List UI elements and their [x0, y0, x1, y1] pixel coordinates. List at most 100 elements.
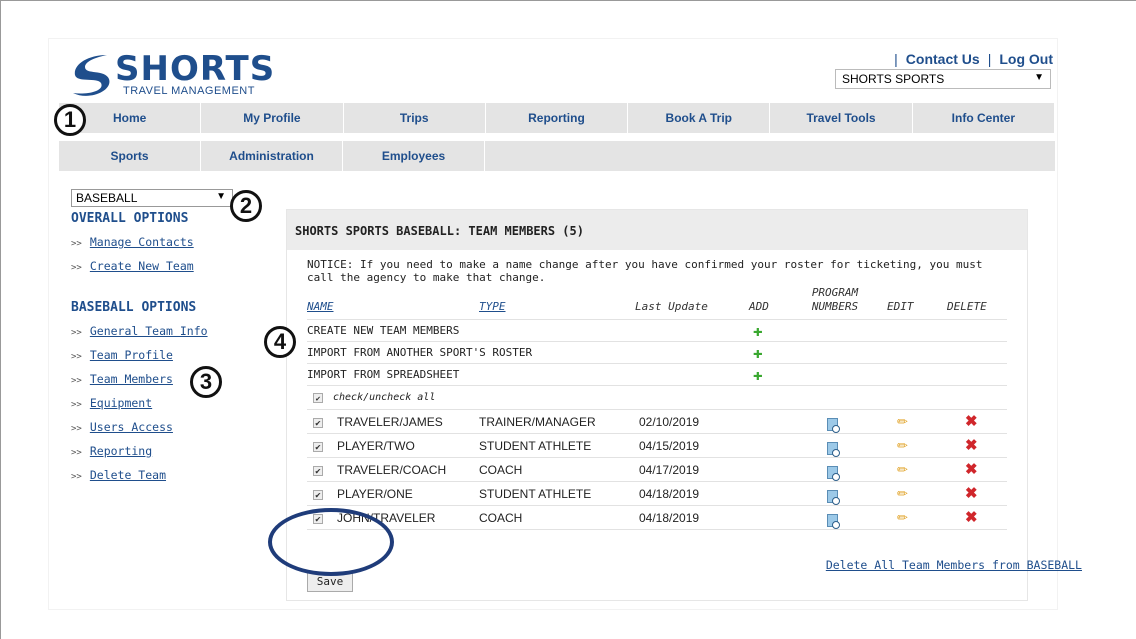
sidebar-item-label[interactable]: Team Profile — [90, 348, 173, 362]
nav-sports[interactable]: Sports — [59, 141, 201, 171]
team-members-panel: SHORTS SPORTS BASEBALL: TEAM MEMBERS (5)… — [286, 209, 1028, 601]
member-name: TRAVELER/JAMES — [337, 415, 443, 429]
panel-title: SHORTS SPORTS BASEBALL: TEAM MEMBERS (5) — [287, 210, 1027, 250]
col-type-header[interactable]: TYPE — [479, 300, 506, 314]
sidebar-item-create-new-team[interactable]: >> Create New Team — [71, 254, 271, 278]
nav-info-center[interactable]: Info Center — [913, 103, 1055, 133]
sidebar-item-equipment[interactable]: >> Equipment — [71, 391, 271, 415]
top-links: | Contact Us | Log Out — [894, 51, 1053, 67]
nav-book-a-trip[interactable]: Book A Trip — [628, 103, 771, 133]
delete-all-members-link[interactable]: Delete All Team Members from BASEBALL — [826, 558, 1082, 572]
contact-us-link[interactable]: Contact Us — [906, 51, 980, 67]
plus-icon[interactable]: ✚ — [753, 342, 763, 364]
annotation-3: 3 — [190, 366, 222, 398]
chevron-down-icon: ▼ — [1034, 72, 1044, 83]
nav-my-profile[interactable]: My Profile — [201, 103, 344, 133]
bullet-icon: >> — [71, 239, 82, 249]
plus-icon[interactable]: ✚ — [753, 364, 763, 386]
member-date: 04/17/2019 — [639, 463, 700, 477]
table-header: NAME TYPE Last Update ADD PROGRAM NUMBER… — [307, 286, 1007, 320]
add-row-label: CREATE NEW TEAM MEMBERS — [307, 324, 460, 337]
sidebar-item-label[interactable]: Users Access — [90, 420, 173, 434]
bullet-icon: >> — [71, 376, 82, 386]
sidebar-item-label[interactable]: Create New Team — [90, 259, 194, 273]
bullet-icon: >> — [71, 263, 82, 273]
sidebar-item-users-access[interactable]: >> Users Access — [71, 415, 271, 439]
member-type: STUDENT ATHLETE — [479, 439, 592, 453]
col-name-header[interactable]: NAME — [307, 300, 334, 314]
sidebar-item-delete-team[interactable]: >> Delete Team — [71, 463, 271, 487]
logo-subtitle: TRAVEL MANAGEMENT — [123, 85, 255, 97]
team-members-table: NAME TYPE Last Update ADD PROGRAM NUMBER… — [307, 286, 1007, 530]
sidebar-item-reporting[interactable]: >> Reporting — [71, 439, 271, 463]
sidebar-item-team-profile[interactable]: >> Team Profile — [71, 343, 271, 367]
add-row-label: IMPORT FROM ANOTHER SPORT'S ROSTER — [307, 346, 533, 359]
account-select[interactable]: SHORTS SPORTS ▼ — [835, 69, 1051, 89]
delete-x-icon[interactable]: ✖ — [965, 410, 978, 434]
delete-x-icon[interactable]: ✖ — [965, 506, 978, 530]
check-all-checkbox[interactable]: ✔ — [313, 386, 323, 410]
col-program-header: PROGRAM NUMBERS — [811, 286, 859, 313]
table-row: ✔ TRAVELER/COACH COACH 04/17/2019 ✏ ✖ — [307, 458, 1007, 482]
member-checkbox[interactable]: ✔ — [313, 458, 323, 482]
member-date: 04/18/2019 — [639, 511, 700, 525]
annotation-2: 2 — [230, 190, 262, 222]
delete-x-icon[interactable]: ✖ — [965, 434, 978, 458]
nav-trips[interactable]: Trips — [344, 103, 486, 133]
logo-wordmark: SHORTS — [115, 49, 276, 89]
sidebar-item-label[interactable]: Delete Team — [90, 468, 166, 482]
add-row: CREATE NEW TEAM MEMBERS ✚ — [307, 320, 1007, 342]
annotation-1: 1 — [54, 104, 86, 136]
table-row: ✔ PLAYER/ONE STUDENT ATHLETE 04/18/2019 … — [307, 482, 1007, 506]
plus-icon[interactable]: ✚ — [753, 320, 763, 342]
pencil-icon[interactable]: ✏ — [897, 506, 908, 530]
table-row: ✔ PLAYER/TWO STUDENT ATHLETE 04/15/2019 … — [307, 434, 1007, 458]
col-add-header: ADD — [749, 300, 769, 313]
col-edit-header: EDIT — [887, 300, 914, 313]
bullet-icon: >> — [71, 328, 82, 338]
pencil-icon[interactable]: ✏ — [897, 410, 908, 434]
nav-reporting[interactable]: Reporting — [486, 103, 629, 133]
chevron-down-icon: ▼ — [216, 191, 226, 202]
sidebar-item-team-members[interactable]: >> Team Members — [71, 367, 271, 391]
col-last-update-header: Last Update — [635, 300, 708, 313]
bullet-icon: >> — [71, 448, 82, 458]
member-checkbox[interactable]: ✔ — [313, 434, 323, 458]
shorts-logo[interactable]: SHORTS TRAVEL MANAGEMENT — [65, 47, 274, 103]
member-date: 02/10/2019 — [639, 415, 700, 429]
delete-x-icon[interactable]: ✖ — [965, 458, 978, 482]
bullet-icon: >> — [71, 352, 82, 362]
pencil-icon[interactable]: ✏ — [897, 458, 908, 482]
sidebar-item-label[interactable]: General Team Info — [90, 324, 208, 338]
sport-select[interactable]: BASEBALL ▼ — [71, 189, 233, 207]
add-row: IMPORT FROM SPREADSHEET ✚ — [307, 364, 1007, 386]
member-checkbox[interactable]: ✔ — [313, 410, 323, 434]
nav-administration[interactable]: Administration — [201, 141, 343, 171]
check-all-label: check/uncheck all — [333, 392, 436, 403]
delete-x-icon[interactable]: ✖ — [965, 482, 978, 506]
sidebar-item-label[interactable]: Team Members — [90, 372, 173, 386]
member-name: PLAYER/ONE — [337, 487, 413, 501]
primary-nav: Home My Profile Trips Reporting Book A T… — [59, 103, 1055, 133]
pencil-icon[interactable]: ✏ — [897, 482, 908, 506]
sidebar-item-general-team-info[interactable]: >> General Team Info — [71, 319, 271, 343]
member-type: STUDENT ATHLETE — [479, 487, 592, 501]
nav-employees[interactable]: Employees — [343, 141, 485, 171]
col-delete-header: DELETE — [947, 300, 987, 313]
bullet-icon: >> — [71, 424, 82, 434]
sidebar-item-manage-contacts[interactable]: >> Manage Contacts — [71, 230, 271, 254]
page: SHORTS TRAVEL MANAGEMENT | Contact Us | Log… — [48, 38, 1058, 610]
member-type: COACH — [479, 463, 523, 477]
member-type: TRAINER/MANAGER — [479, 415, 596, 429]
pencil-icon[interactable]: ✏ — [897, 434, 908, 458]
logo-swoosh-icon — [73, 55, 110, 96]
sidebar-item-label[interactable]: Manage Contacts — [90, 235, 194, 249]
sidebar-item-label[interactable]: Equipment — [90, 396, 152, 410]
member-checkbox[interactable]: ✔ — [313, 482, 323, 506]
nav-travel-tools[interactable]: Travel Tools — [770, 103, 913, 133]
sport-select-value: BASEBALL — [76, 191, 138, 205]
program-numbers-icon[interactable] — [827, 511, 840, 535]
table-row: ✔ JOHN/TRAVELER COACH 04/18/2019 ✏ ✖ — [307, 506, 1007, 530]
sidebar-item-label[interactable]: Reporting — [90, 444, 152, 458]
log-out-link[interactable]: Log Out — [999, 51, 1053, 67]
